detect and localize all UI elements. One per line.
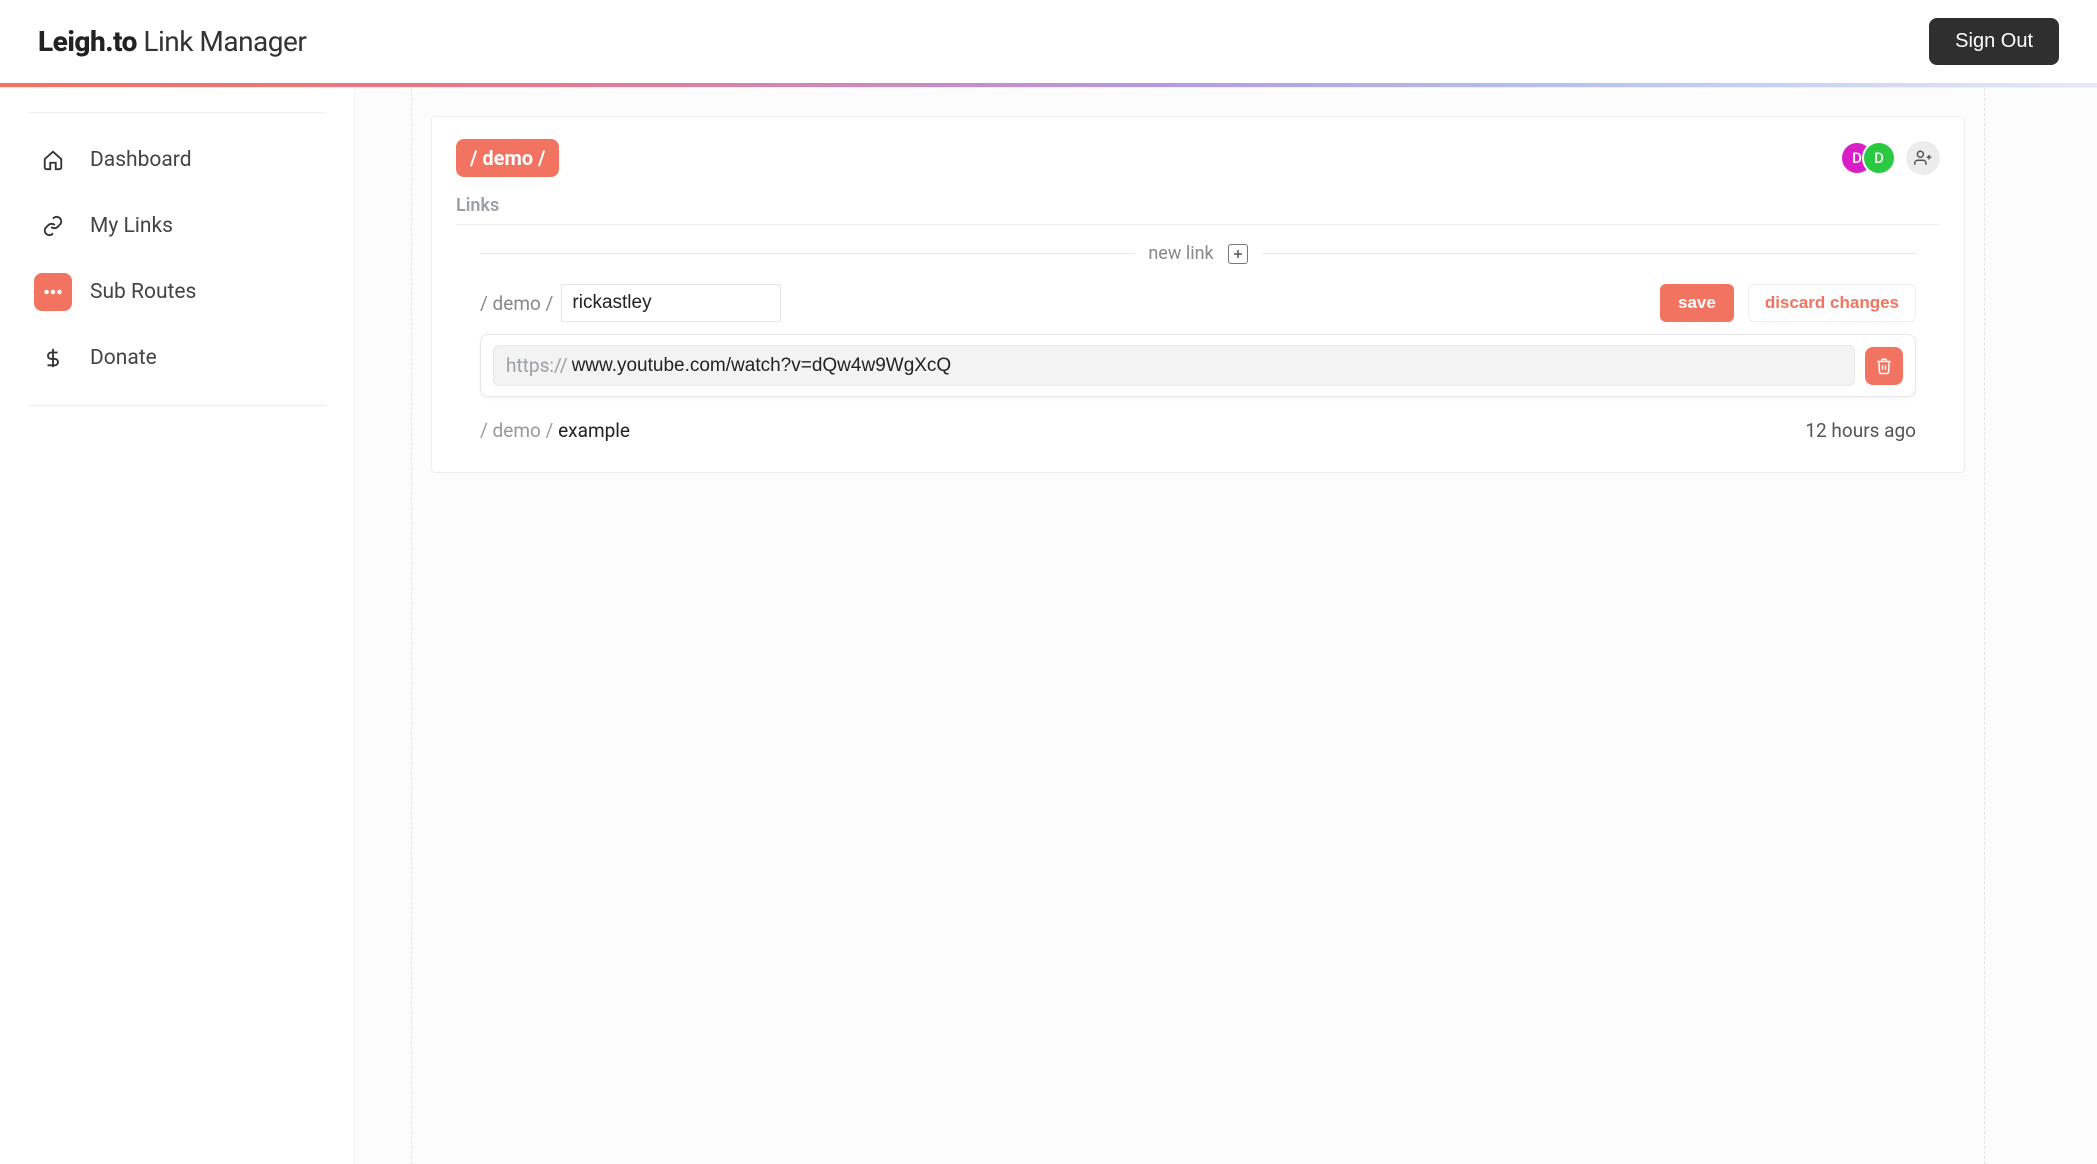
sidebar-item-label: Donate <box>90 346 157 370</box>
link-editor-row: / demo / save discard changes <box>480 284 1916 322</box>
brand-bold: Leigh.to <box>38 25 137 58</box>
new-link-row: new link <box>480 243 1916 264</box>
route-card: / demo / D D Links new link <box>431 116 1965 473</box>
slug-input[interactable] <box>561 284 781 322</box>
plus-icon <box>1232 248 1244 260</box>
link-name: example <box>558 419 630 442</box>
home-icon <box>34 141 72 179</box>
sidebar-item-dashboard[interactable]: Dashboard <box>28 127 326 193</box>
path-prefix: / demo / <box>480 419 558 442</box>
main-content: / demo / D D Links new link <box>355 88 2097 1164</box>
url-input[interactable] <box>572 355 1842 377</box>
sidebar-item-label: Sub Routes <box>90 280 196 304</box>
delete-link-button[interactable] <box>1865 347 1903 385</box>
timestamp: 12 hours ago <box>1805 419 1916 442</box>
sidebar-item-donate[interactable]: Donate <box>28 325 326 391</box>
topbar: Leigh.to Link Manager Sign Out <box>0 0 2097 83</box>
link-icon <box>34 207 72 245</box>
save-button[interactable]: save <box>1660 284 1734 322</box>
sidebar-item-label: Dashboard <box>90 148 192 172</box>
collaborators: D D <box>1840 141 1940 175</box>
add-collaborator-button[interactable] <box>1906 141 1940 175</box>
brand-light: Link Manager <box>137 25 306 58</box>
sign-out-button[interactable]: Sign Out <box>1929 18 2059 65</box>
guide-line <box>1984 88 1985 1164</box>
path-prefix: / demo / <box>480 292 553 315</box>
sidebar: Dashboard My Links Sub Routes Donate <box>0 88 355 1164</box>
sidebar-item-mylinks[interactable]: My Links <box>28 193 326 259</box>
add-link-button[interactable] <box>1228 244 1248 264</box>
section-label: Links <box>456 195 1940 225</box>
user-plus-icon <box>1914 149 1932 167</box>
trash-icon <box>1875 357 1893 375</box>
sidebar-item-label: My Links <box>90 214 173 238</box>
discard-button[interactable]: discard changes <box>1748 284 1916 322</box>
avatar[interactable]: D <box>1862 141 1896 175</box>
dots-icon <box>34 273 72 311</box>
url-scheme-prefix: https:// <box>506 354 568 377</box>
brand: Leigh.to Link Manager <box>38 25 306 58</box>
new-link-label: new link <box>1148 243 1213 264</box>
link-row[interactable]: / demo / example 12 hours ago <box>480 419 1916 442</box>
sidebar-item-subroutes[interactable]: Sub Routes <box>28 259 326 325</box>
dollar-icon <box>34 339 72 377</box>
guide-line <box>411 88 412 1164</box>
url-editor: https:// <box>480 334 1916 397</box>
route-chip: / demo / <box>456 139 559 177</box>
